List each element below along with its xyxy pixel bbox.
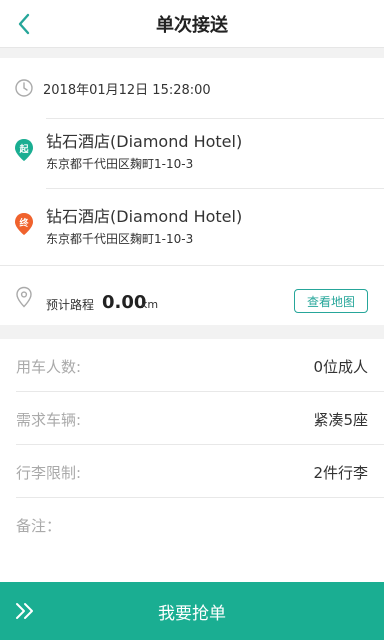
double-chevron-right-icon [16, 603, 33, 619]
grab-order-button[interactable]: 我要抢单 [0, 582, 384, 640]
distance-label: 预计路程 [46, 298, 95, 312]
luggage-limit-value: 2件行李 [313, 464, 368, 482]
back-button[interactable] [8, 8, 40, 40]
vehicle-type-label: 需求车辆: [16, 411, 82, 429]
trip-datetime: 2018年01月12日 15:28:00 [43, 83, 211, 98]
end-place-name: 钻石酒店(Diamond Hotel) [46, 207, 243, 226]
start-address-row: 起 钻石酒店(Diamond Hotel) 东京都千代田区麹町1-10-3 [0, 118, 384, 188]
remarks-row: 备注： [0, 498, 384, 551]
end-pin-icon: 终 [15, 213, 33, 235]
chevron-left-icon [18, 13, 30, 35]
distance-value: 0.00 [102, 292, 147, 313]
start-place-name: 钻石酒店(Diamond Hotel) [46, 132, 243, 151]
remarks-label: 备注： [16, 517, 62, 535]
details-card: 用车人数: 0位成人 需求车辆: 紧凑5座 行李限制: 2件行李 备注： [0, 339, 384, 582]
luggage-limit-row: 行李限制: 2件行李 [0, 445, 384, 498]
trip-card: 2018年01月12日 15:28:00 起 钻石酒店(Diamond Hote… [0, 58, 384, 325]
start-place-address: 东京都千代田区麹町1-10-3 [46, 157, 194, 171]
view-map-button[interactable]: 查看地图 [294, 289, 368, 313]
end-place-address: 东京都千代田区麹町1-10-3 [46, 232, 194, 246]
start-badge: 起 [18, 143, 29, 155]
grab-order-label: 我要抢单 [158, 603, 226, 624]
start-pin-icon: 起 [15, 139, 33, 161]
distance-unit: km [141, 298, 159, 311]
end-address-row: 终 钻石酒店(Diamond Hotel) 东京都千代田区麹町1-10-3 [0, 188, 384, 258]
passenger-count-row: 用车人数: 0位成人 [0, 339, 384, 392]
end-badge: 终 [18, 217, 29, 229]
vehicle-type-value: 紧凑5座 [313, 411, 368, 429]
datetime-row: 2018年01月12日 15:28:00 [0, 58, 384, 118]
passenger-count-label: 用车人数: [16, 358, 82, 376]
vehicle-type-row: 需求车辆: 紧凑5座 [0, 392, 384, 445]
passenger-count-value: 0位成人 [313, 358, 368, 376]
luggage-limit-label: 行李限制: [16, 464, 82, 482]
top-bar: 单次接送 [0, 0, 384, 48]
location-icon [16, 286, 32, 308]
clock-icon [15, 79, 33, 97]
page-title: 单次接送 [156, 14, 228, 36]
